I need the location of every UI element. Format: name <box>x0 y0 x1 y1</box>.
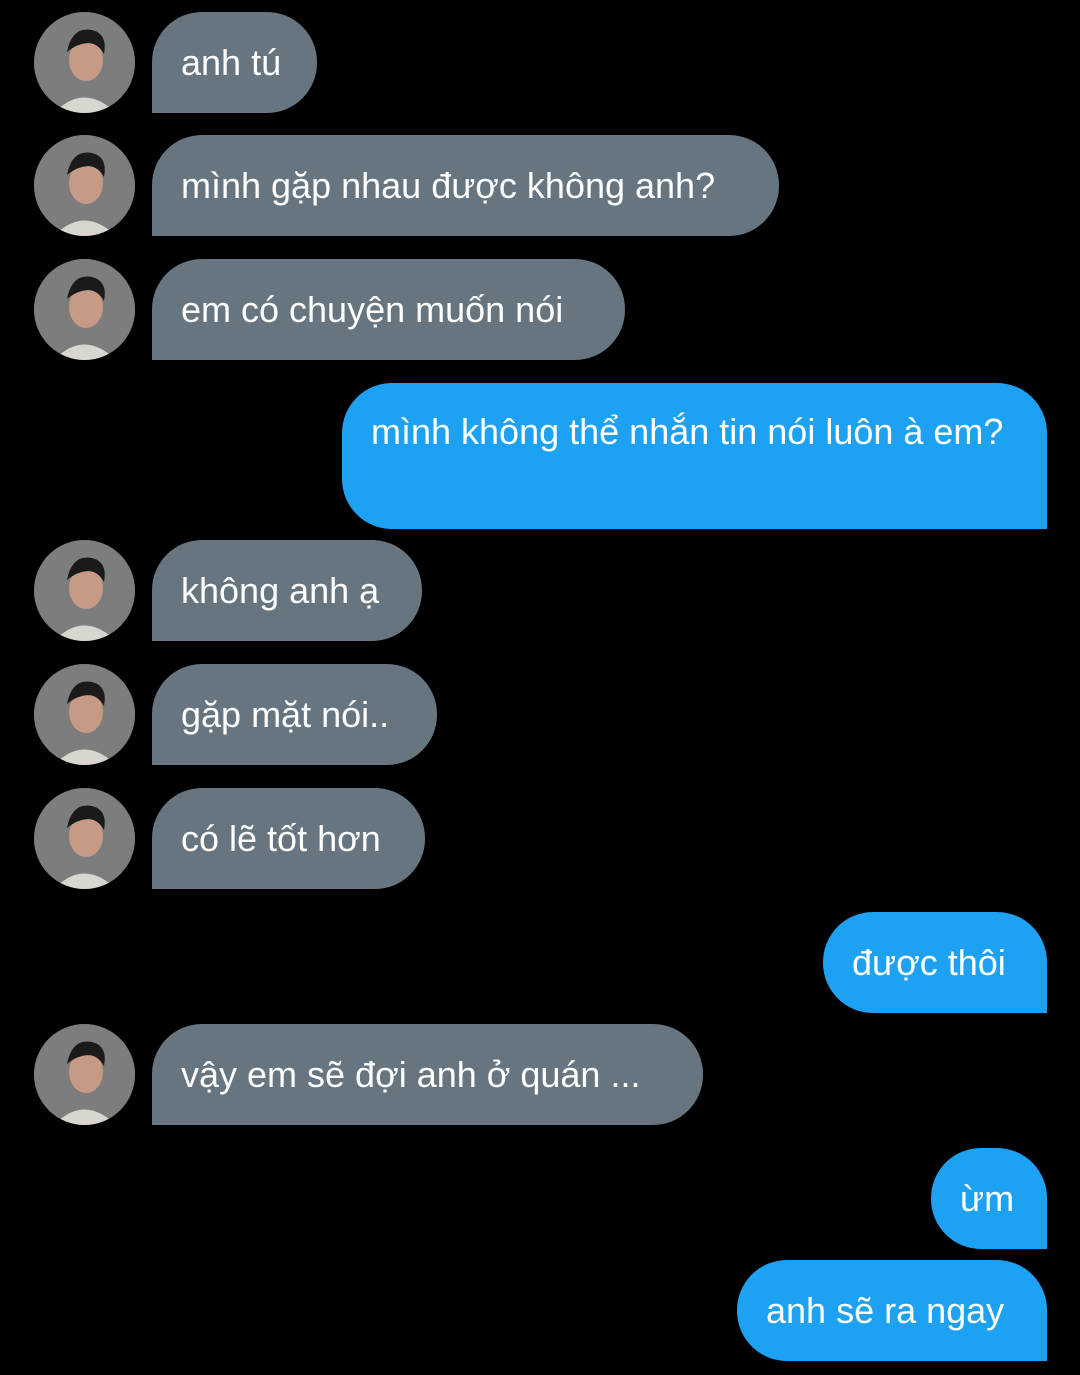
incoming-message-bubble[interactable]: gặp mặt nói.. <box>152 664 437 765</box>
message-text: ừm <box>960 1177 1015 1219</box>
outgoing-message-bubble[interactable]: mình không thể nhắn tin nói luôn à em? <box>342 383 1047 529</box>
message-text: được thôi <box>852 941 1006 983</box>
message-text: không anh ạ <box>181 569 380 611</box>
message-text: gặp mặt nói.. <box>181 693 390 735</box>
message-text: vậy em sẽ đợi anh ở quán ... <box>181 1053 641 1095</box>
incoming-message-bubble[interactable]: anh tú <box>152 12 317 113</box>
incoming-message-bubble[interactable]: không anh ạ <box>152 540 422 641</box>
incoming-message-bubble[interactable]: có lẽ tốt hơn <box>152 788 425 889</box>
message-text: anh sẽ ra ngay <box>766 1289 1005 1331</box>
incoming-message-bubble[interactable]: vậy em sẽ đợi anh ở quán ... <box>152 1024 703 1125</box>
contact-avatar[interactable] <box>34 540 135 641</box>
outgoing-message-bubble[interactable]: anh sẽ ra ngay <box>737 1260 1047 1361</box>
outgoing-message-bubble[interactable]: ừm <box>931 1148 1047 1249</box>
contact-avatar[interactable] <box>34 788 135 889</box>
contact-avatar[interactable] <box>34 135 135 236</box>
contact-avatar[interactable] <box>34 12 135 113</box>
outgoing-message-bubble[interactable]: được thôi <box>823 912 1047 1013</box>
contact-avatar[interactable] <box>34 664 135 765</box>
message-text: mình gặp nhau được không anh? <box>181 164 716 206</box>
message-text: mình không thể nhắn tin nói luôn à em? <box>371 411 1004 452</box>
incoming-message-bubble[interactable]: mình gặp nhau được không anh? <box>152 135 779 236</box>
message-thread: anh tú mình gặp nhau được không anh? em … <box>0 0 1080 1375</box>
message-text: có lẽ tốt hơn <box>181 817 381 859</box>
contact-avatar[interactable] <box>34 1024 135 1125</box>
message-text: anh tú <box>181 41 282 83</box>
message-text: em có chuyện muốn nói <box>181 288 564 330</box>
incoming-message-bubble[interactable]: em có chuyện muốn nói <box>152 259 625 360</box>
contact-avatar[interactable] <box>34 259 135 360</box>
